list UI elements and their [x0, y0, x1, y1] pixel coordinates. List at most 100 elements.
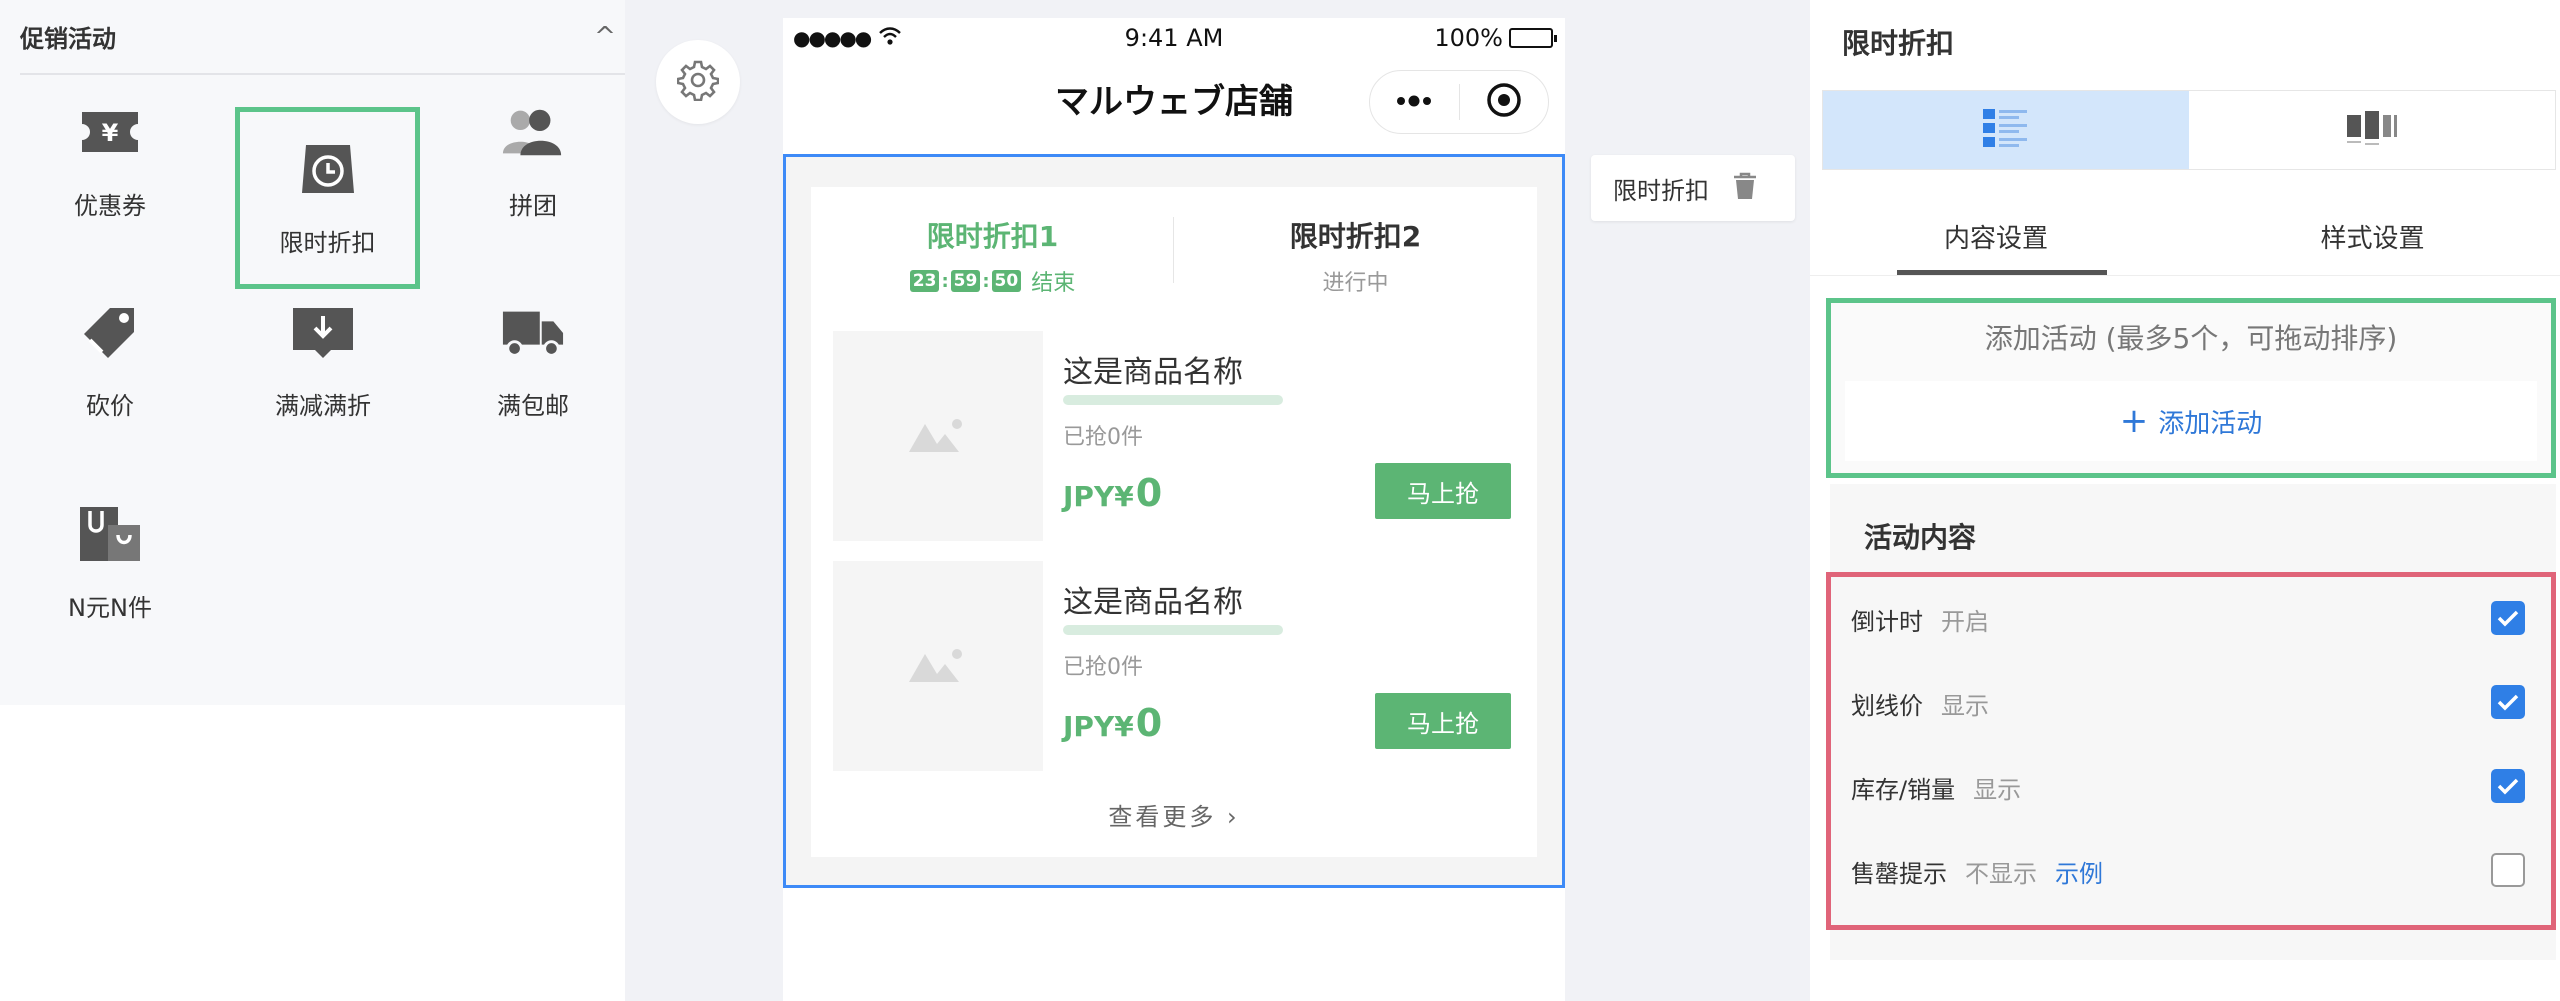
option-label: 划线价: [1851, 691, 1923, 720]
group-icon: [501, 100, 565, 164]
coupon-icon: ¥: [78, 100, 142, 164]
price-value: 0: [1135, 471, 1163, 515]
shopping-bags-icon: [78, 502, 142, 566]
activity-tabs: 限时折扣1 23 : 59 : 50 结束 限时折扣2 进行中: [811, 187, 1537, 297]
trash-icon[interactable]: [1733, 172, 1757, 204]
price-value: 0: [1135, 701, 1163, 745]
price-currency: JPY¥: [1063, 710, 1134, 743]
widget-label: 限时折扣: [279, 229, 376, 257]
product-name: 这是商品名称: [1063, 355, 1243, 390]
settings-panel: 限时折扣 内容设置 样式设置 添加活动 (最多5个，可拖动排序) + 添加活动 …: [1810, 0, 2560, 1001]
tab-flash-discount-2[interactable]: 限时折扣2 进行中: [1174, 187, 1537, 297]
close-miniprogram-button[interactable]: [1460, 71, 1549, 133]
product-price: JPY¥ 0: [1063, 701, 1162, 745]
option-label: 售罄提示: [1851, 859, 1947, 888]
option-value: 显示: [1973, 775, 2022, 804]
tab-title: 限时折扣1: [926, 220, 1059, 253]
battery-icon: [1509, 28, 1557, 48]
strike-price-checkbox[interactable]: [2491, 685, 2525, 719]
flash-discount-module[interactable]: 限时折扣1 23 : 59 : 50 结束 限时折扣2 进行中 这是商品名称 已…: [783, 154, 1565, 888]
widget-label: 砍价: [86, 392, 134, 420]
sold-count: 已抢0件: [1063, 425, 1143, 450]
checkmark-icon: [2497, 694, 2519, 711]
more-dots-icon: [1394, 93, 1434, 112]
image-placeholder-icon: [909, 646, 967, 686]
grid-layout-option[interactable]: [2189, 91, 2555, 169]
target-circle-icon: [1484, 80, 1524, 124]
countdown-checkbox[interactable]: [2491, 601, 2525, 635]
option-stock-sales: 库存/销量 显示: [1831, 745, 2551, 829]
promo-widget-panel: 促销活动 ^ ¥ 优惠券 限时折扣 拼团 砍价 满减满折 满包邮 N元N件: [0, 0, 625, 705]
status-bar: ●●●●● 9:41 AM 100%: [783, 18, 1565, 58]
view-more-link[interactable]: 查看更多 ›: [811, 797, 1537, 832]
list-layout-icon: [1983, 109, 2029, 151]
active-tab-underline: [1897, 270, 2107, 275]
truck-icon: [501, 300, 565, 364]
sold-out-hint-checkbox[interactable]: [2491, 853, 2525, 887]
widget-label: 满包邮: [497, 392, 569, 420]
countdown-minutes: 59: [950, 270, 981, 292]
plus-icon: +: [2119, 401, 2149, 441]
product-item[interactable]: 这是商品名称 已抢0件 JPY¥ 0 马上抢: [833, 331, 1523, 541]
option-label: 库存/销量: [1851, 775, 1956, 804]
option-value: 显示: [1941, 691, 1989, 720]
product-image-placeholder: [833, 561, 1043, 771]
collapse-caret-icon[interactable]: ^: [585, 22, 625, 52]
module-name-tag: 限时折扣: [1591, 155, 1795, 221]
tab-flash-discount-1[interactable]: 限时折扣1 23 : 59 : 50 结束: [811, 187, 1174, 297]
product-image-placeholder: [833, 331, 1043, 541]
widget-group-buy[interactable]: 拼团: [443, 70, 623, 250]
battery-percent: 100%: [1434, 24, 1503, 52]
tab-status: 进行中: [1322, 271, 1389, 296]
sales-progress-bar: [1063, 625, 1283, 635]
svg-text:¥: ¥: [102, 119, 119, 147]
countdown-hours: 23: [909, 270, 940, 292]
settings-panel-title: 限时折扣: [1842, 27, 1955, 60]
promo-panel-header[interactable]: 促销活动 ^: [20, 0, 625, 75]
widget-free-shipping[interactable]: 满包邮: [443, 270, 623, 450]
more-menu-button[interactable]: [1370, 71, 1459, 133]
widget-n-yuan-n-items[interactable]: N元N件: [20, 472, 200, 652]
grid-layout-icon: [2347, 109, 2397, 151]
promo-panel-title: 促销活动: [20, 25, 116, 53]
widget-label: 拼团: [509, 192, 557, 220]
product-item[interactable]: 这是商品名称 已抢0件 JPY¥ 0 马上抢: [833, 561, 1523, 771]
buy-now-button[interactable]: 马上抢: [1375, 463, 1511, 519]
product-name: 这是商品名称: [1063, 585, 1243, 620]
option-strike-price: 划线价 显示: [1831, 661, 2551, 745]
widget-label: 优惠券: [74, 192, 146, 220]
checkmark-icon: [2497, 778, 2519, 795]
tab-content-settings[interactable]: 内容设置: [1810, 218, 2182, 255]
miniprogram-capsule: [1369, 70, 1549, 134]
option-sold-out-hint: 售罄提示 不显示 示例: [1831, 829, 2551, 913]
module-tag-label: 限时折扣: [1613, 176, 1709, 205]
sales-progress-bar: [1063, 395, 1283, 405]
product-price: JPY¥ 0: [1063, 471, 1162, 515]
widget-full-reduction[interactable]: 满减满折: [233, 270, 413, 450]
activity-content-title: 活动内容: [1864, 521, 1977, 554]
countdown-seconds: 50: [991, 270, 1022, 292]
page-settings-button[interactable]: [656, 40, 740, 124]
clock-icon: [296, 137, 360, 201]
tab-style-settings[interactable]: 样式设置: [2185, 218, 2560, 255]
countdown-timer: 23 : 59 : 50 结束: [811, 265, 1174, 297]
widget-coupon[interactable]: ¥ 优惠券: [20, 70, 200, 250]
tab-title: 限时折扣2: [1289, 220, 1422, 253]
widget-flash-discount[interactable]: 限时折扣: [235, 107, 420, 289]
battery-indicator: 100%: [1434, 24, 1557, 52]
gear-icon: [676, 59, 720, 105]
option-label: 倒计时: [1851, 607, 1923, 636]
sold-count: 已抢0件: [1063, 655, 1143, 680]
buy-now-button[interactable]: 马上抢: [1375, 693, 1511, 749]
option-countdown: 倒计时 开启: [1831, 577, 2551, 661]
stock-sales-checkbox[interactable]: [2491, 769, 2525, 803]
settings-tabs: 内容设置 样式设置: [1810, 200, 2560, 276]
widget-bargain[interactable]: 砍价: [20, 270, 200, 450]
widget-label: 满减满折: [275, 392, 371, 420]
image-placeholder-icon: [909, 416, 967, 456]
list-layout-option[interactable]: [1823, 91, 2189, 169]
add-activity-label: 添加活动: [2158, 408, 2263, 439]
activity-content-options: 倒计时 开启 划线价 显示 库存/销量 显示 售罄提示 不显示 示例: [1826, 572, 2556, 930]
example-link[interactable]: 示例: [2055, 854, 2103, 889]
add-activity-button[interactable]: + 添加活动: [1845, 381, 2537, 461]
